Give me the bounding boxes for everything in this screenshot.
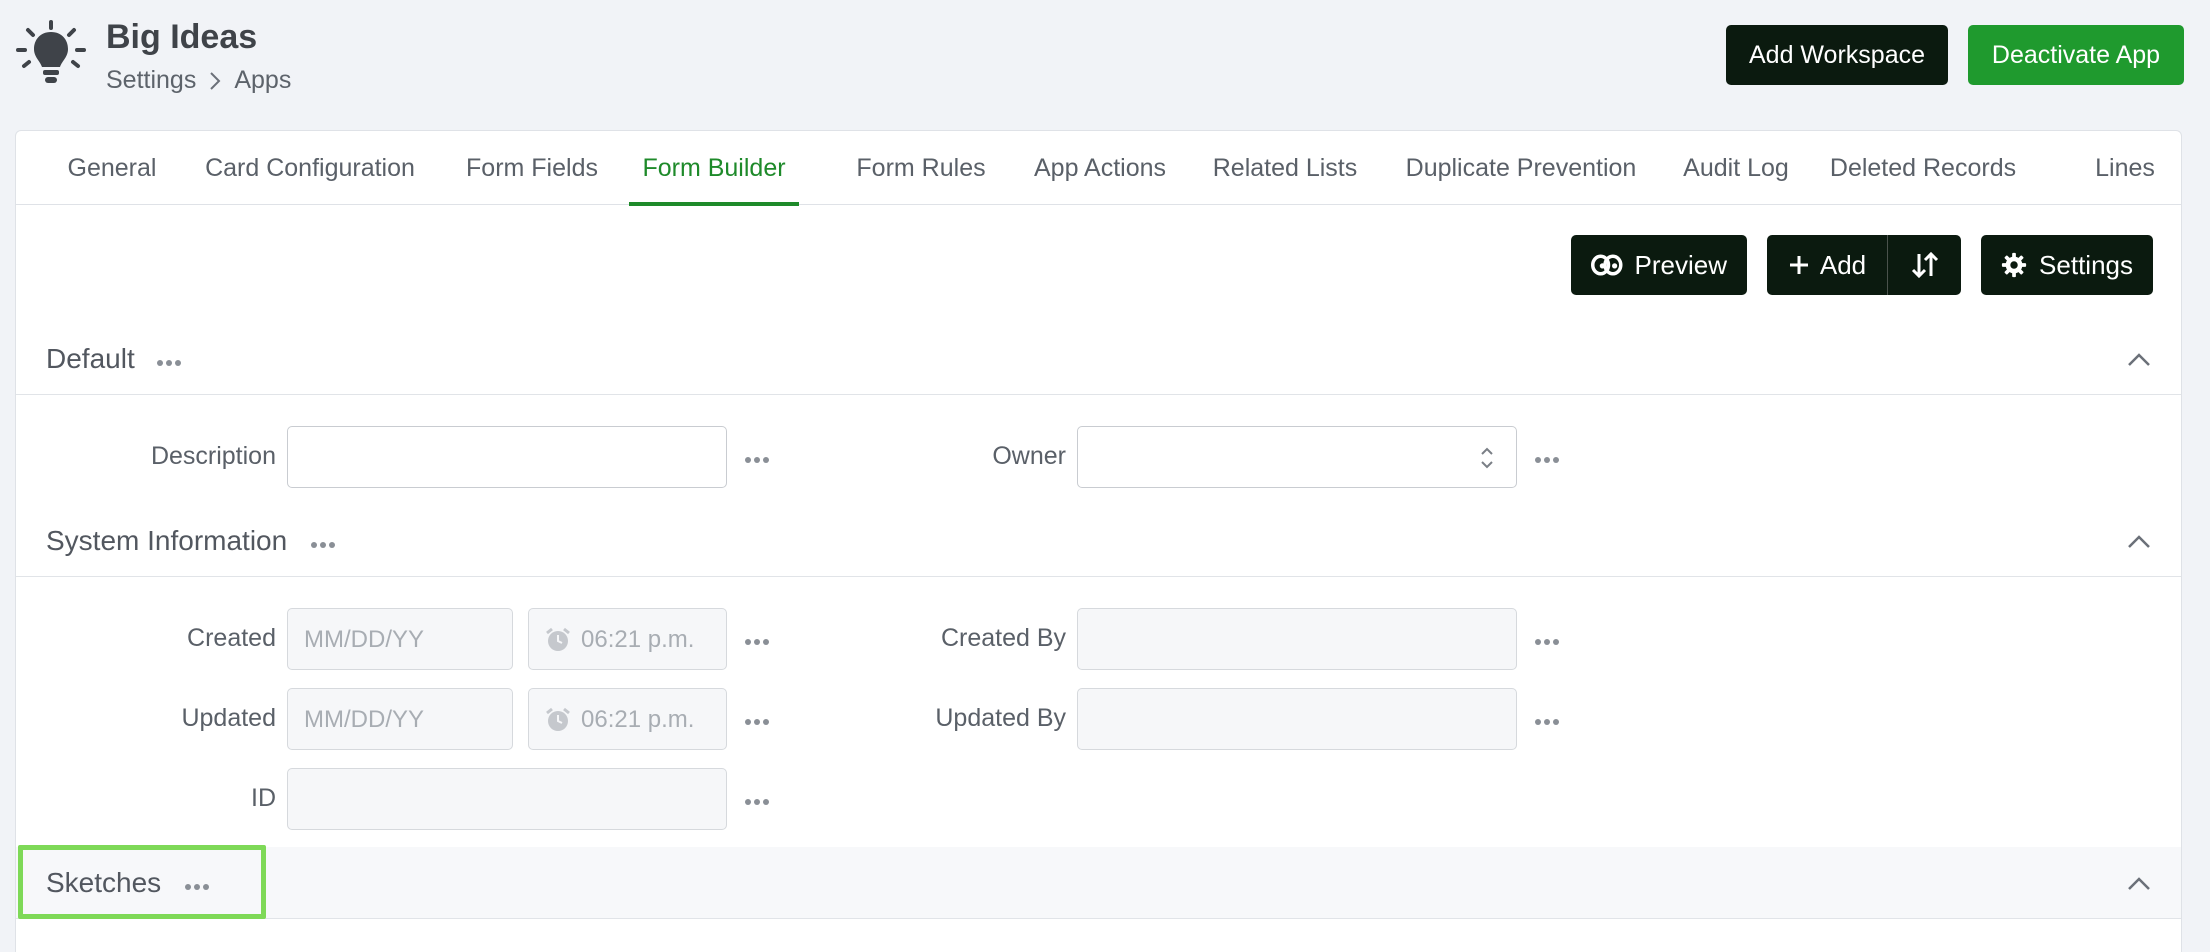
- id-label: ID: [251, 784, 276, 812]
- tab-deleted-records[interactable]: Deleted Records: [1817, 131, 2029, 205]
- owner-label: Owner: [992, 442, 1066, 470]
- date-placeholder: MM/DD/YY: [304, 626, 424, 653]
- chevron-up-icon[interactable]: [2127, 533, 2151, 549]
- more-options-icon[interactable]: [744, 798, 770, 806]
- section-default-header[interactable]: Default: [16, 323, 2181, 395]
- highlight-box: [18, 845, 266, 919]
- settings-label: Settings: [2039, 249, 2133, 280]
- tab-lines[interactable]: Lines: [2080, 131, 2170, 205]
- description-input[interactable]: [287, 426, 727, 488]
- more-options-icon[interactable]: [156, 353, 182, 373]
- chevron-right-icon: [206, 70, 224, 92]
- section-system-header[interactable]: System Information: [16, 505, 2181, 577]
- updated-by-field: [1077, 688, 1517, 750]
- deactivate-app-button[interactable]: Deactivate App: [1968, 25, 2184, 85]
- add-button-group: Add: [1767, 235, 1961, 295]
- add-button[interactable]: Add: [1767, 235, 1888, 295]
- eyes-icon: [1591, 254, 1623, 276]
- more-options-icon[interactable]: [1534, 638, 1560, 646]
- plus-icon: [1789, 256, 1808, 274]
- tab-duplicate-prevention[interactable]: Duplicate Prevention: [1387, 131, 1655, 205]
- updated-by-label: Updated By: [935, 704, 1066, 732]
- breadcrumb-settings[interactable]: Settings: [106, 66, 196, 95]
- breadcrumb-apps[interactable]: Apps: [234, 66, 291, 95]
- preview-button[interactable]: Preview: [1571, 235, 1747, 295]
- tab-form-fields[interactable]: Form Fields: [443, 131, 621, 205]
- chevron-up-icon[interactable]: [2127, 351, 2151, 367]
- created-date-field: MM/DD/YY: [287, 608, 513, 670]
- tab-app-actions[interactable]: App Actions: [1016, 131, 1184, 205]
- alarm-clock-icon: [546, 627, 570, 651]
- section-default-title: Default: [46, 342, 135, 374]
- section-sketches-header[interactable]: Sketches: [16, 847, 2181, 919]
- sort-icon: [1911, 251, 1938, 279]
- updated-time-field: 06:21 p.m.: [528, 688, 727, 750]
- more-options-icon[interactable]: [744, 718, 770, 726]
- more-options-icon[interactable]: [744, 638, 770, 646]
- tab-form-builder[interactable]: Form Builder: [629, 131, 799, 206]
- created-label: Created: [187, 624, 276, 652]
- more-options-icon[interactable]: [310, 535, 336, 555]
- updated-date-field: MM/DD/YY: [287, 688, 513, 750]
- alarm-clock-icon: [546, 707, 570, 731]
- description-label: Description: [150, 442, 276, 470]
- updown-chevron-icon: [1481, 447, 1493, 469]
- more-options-icon[interactable]: [1534, 456, 1560, 464]
- tab-general[interactable]: General: [47, 131, 177, 205]
- gear-icon: [2001, 252, 2027, 278]
- date-placeholder: MM/DD/YY: [304, 706, 424, 733]
- breadcrumb: Settings Apps: [106, 66, 291, 95]
- add-label: Add: [1819, 249, 1867, 280]
- tab-audit-log[interactable]: Audit Log: [1666, 131, 1806, 205]
- tab-form-rules[interactable]: Form Rules: [836, 131, 1006, 205]
- settings-button[interactable]: Settings: [1981, 235, 2153, 295]
- time-placeholder: 06:21 p.m.: [581, 706, 695, 733]
- id-field: [287, 768, 727, 830]
- tab-bar: General Card Configuration Form Fields F…: [16, 131, 2181, 206]
- preview-label: Preview: [1634, 249, 1727, 280]
- app-title: Big Ideas: [106, 18, 258, 56]
- sort-button[interactable]: [1888, 235, 1961, 295]
- updated-label: Updated: [181, 704, 276, 732]
- created-by-label: Created By: [940, 624, 1066, 652]
- time-placeholder: 06:21 p.m.: [581, 626, 695, 653]
- chevron-up-icon[interactable]: [2127, 875, 2151, 891]
- more-options-icon[interactable]: [744, 456, 770, 464]
- section-system-title: System Information: [46, 524, 288, 556]
- created-time-field: 06:21 p.m.: [528, 608, 727, 670]
- lightbulb-icon: [16, 20, 86, 83]
- more-options-icon[interactable]: [1534, 718, 1560, 726]
- add-workspace-button[interactable]: Add Workspace: [1726, 25, 1948, 85]
- main-panel: General Card Configuration Form Fields F…: [15, 130, 2182, 952]
- owner-select[interactable]: [1077, 426, 1517, 488]
- tab-related-lists[interactable]: Related Lists: [1194, 131, 1376, 205]
- created-by-field: [1077, 608, 1517, 670]
- tab-card-configuration[interactable]: Card Configuration: [187, 131, 433, 205]
